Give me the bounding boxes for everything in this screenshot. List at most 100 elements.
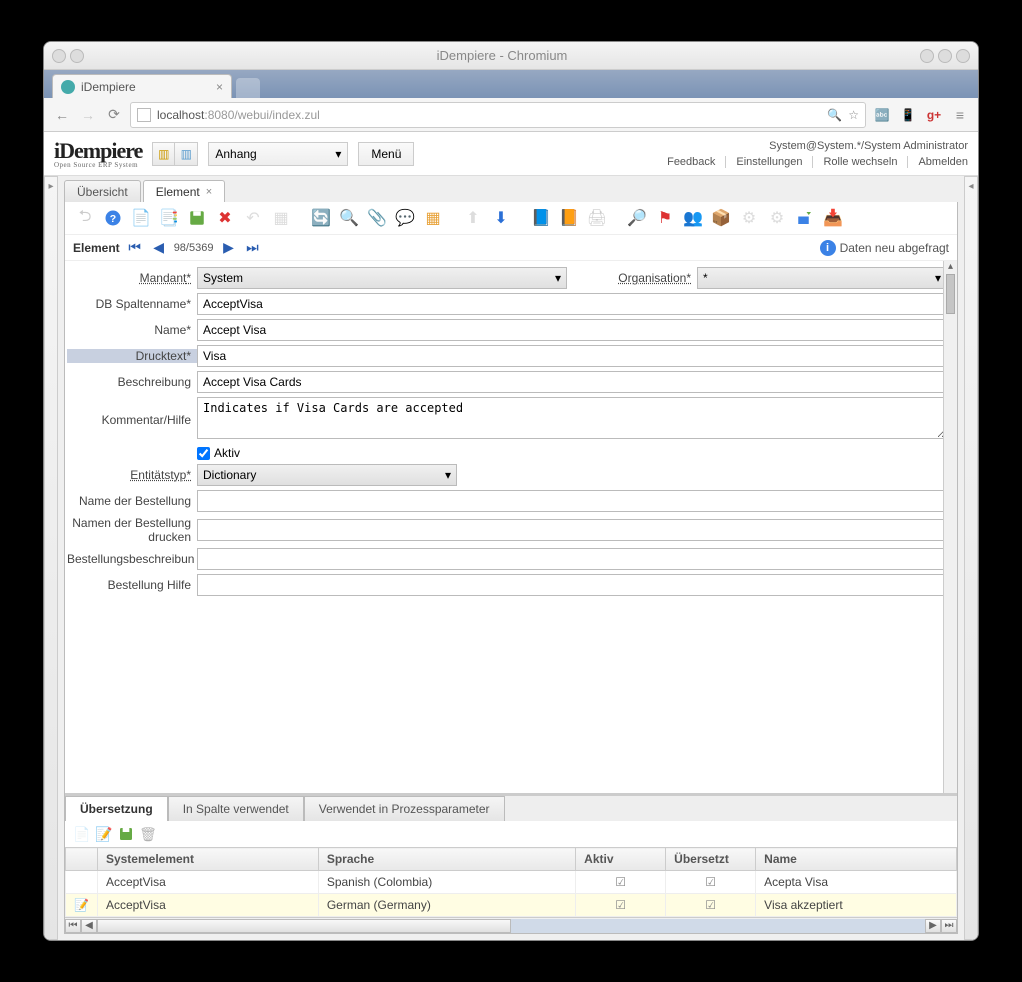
- menu-button[interactable]: Menü: [358, 142, 414, 166]
- parent-icon[interactable]: ⬆: [461, 206, 485, 230]
- multi-icon[interactable]: ▦: [421, 206, 445, 230]
- forward-button[interactable]: →: [78, 105, 98, 125]
- browser-tab[interactable]: iDempiere ×: [52, 74, 232, 98]
- request-icon[interactable]: 👥: [681, 206, 705, 230]
- copy-icon[interactable]: 📑: [157, 206, 181, 230]
- detail-delete-icon[interactable]: 🗑: [139, 825, 157, 843]
- tab-overview[interactable]: Übersicht: [64, 180, 141, 202]
- left-sidebar-toggle[interactable]: ▸: [44, 176, 58, 940]
- table-row[interactable]: AcceptVisaSpanish (Colombia)☑☑Acepta Vis…: [66, 871, 957, 894]
- new-icon[interactable]: 📄: [129, 206, 153, 230]
- bookmark-icon[interactable]: ☆: [848, 108, 859, 122]
- entity-field[interactable]: Dictionary ▾: [197, 464, 457, 486]
- header-view-toggle[interactable]: ▥ ▥: [152, 142, 198, 166]
- zoom-icon[interactable]: 🔍: [827, 108, 842, 122]
- window-menu-icon[interactable]: [52, 49, 66, 63]
- detail-hscroll[interactable]: ⏮ ◀ ▶ ⏭: [65, 917, 957, 933]
- link-switchrole[interactable]: Rolle wechseln: [813, 156, 908, 168]
- app-window: iDempiere - Chromium iDempiere × ← → ⟳ l…: [43, 41, 979, 941]
- scroll-last-icon[interactable]: ⏭: [941, 919, 957, 933]
- last-record-icon[interactable]: ⏭: [243, 239, 261, 256]
- mandant-field[interactable]: System ▾: [197, 267, 567, 289]
- help-input[interactable]: Indicates if Visa Cards are accepted: [197, 397, 947, 439]
- table-row[interactable]: 📝AcceptVisaGerman (Germany)☑☑Visa akzept…: [66, 894, 957, 917]
- translate-ext-icon[interactable]: 🔤: [872, 105, 892, 125]
- col-uebersetzt[interactable]: Übersetzt: [666, 848, 756, 871]
- window-maximize-icon[interactable]: [938, 49, 952, 63]
- name-input[interactable]: [197, 319, 947, 341]
- address-bar[interactable]: localhost:8080/webui/index.zul 🔍 ☆: [130, 102, 866, 128]
- poprint-input[interactable]: [197, 519, 947, 541]
- detail-tab-translation[interactable]: Übersetzung: [65, 796, 168, 821]
- form-scrollbar[interactable]: ▴: [943, 261, 957, 793]
- export-icon[interactable]: [793, 206, 817, 230]
- col-sprache[interactable]: Sprache: [318, 848, 575, 871]
- help-icon[interactable]: ?: [101, 206, 125, 230]
- save-icon[interactable]: [185, 206, 209, 230]
- ext3-icon[interactable]: g+: [924, 105, 944, 125]
- attachment-icon[interactable]: 📎: [365, 206, 389, 230]
- window-pin-icon[interactable]: [70, 49, 84, 63]
- next-record-icon[interactable]: ▶: [219, 239, 237, 256]
- attachment-dropdown[interactable]: Anhang ▾: [208, 142, 348, 166]
- browser-tab-close-icon[interactable]: ×: [216, 80, 223, 94]
- prev-record-icon[interactable]: ◀: [150, 239, 168, 256]
- col-name[interactable]: Name: [756, 848, 957, 871]
- active-checkbox[interactable]: [197, 447, 210, 460]
- archive-icon[interactable]: 📙: [557, 206, 581, 230]
- desc-input[interactable]: [197, 371, 947, 393]
- undo-icon[interactable]: ↶: [241, 206, 265, 230]
- tab-element[interactable]: Element ×: [143, 180, 225, 202]
- first-record-icon[interactable]: ⏮: [126, 239, 144, 256]
- scroll-left-icon[interactable]: ◀: [81, 919, 97, 933]
- scroll-first-icon[interactable]: ⏮: [65, 919, 81, 933]
- reload-button[interactable]: ⟳: [104, 105, 124, 125]
- zoom-across-icon[interactable]: 🔎: [625, 206, 649, 230]
- product-icon[interactable]: 📦: [709, 206, 733, 230]
- status-info-icon: i: [820, 240, 836, 256]
- back-button[interactable]: ←: [52, 105, 72, 125]
- process2-icon[interactable]: ⚙: [765, 206, 789, 230]
- find-icon[interactable]: 🔍: [337, 206, 361, 230]
- scroll-right-icon[interactable]: ▶: [925, 919, 941, 933]
- link-settings[interactable]: Einstellungen: [726, 156, 813, 168]
- org-field[interactable]: * ▾: [697, 267, 947, 289]
- browser-menu-icon[interactable]: ≡: [950, 105, 970, 125]
- detail-tab-usedinprocess[interactable]: Verwendet in Prozessparameter: [304, 796, 505, 821]
- poname-input[interactable]: [197, 490, 947, 512]
- window-title: iDempiere - Chromium: [84, 48, 920, 63]
- detail-edit-icon[interactable]: 📝: [95, 825, 113, 843]
- window-close-icon[interactable]: [956, 49, 970, 63]
- refresh-icon[interactable]: 🔄: [309, 206, 333, 230]
- col-aktiv[interactable]: Aktiv: [576, 848, 666, 871]
- tab-close-icon[interactable]: ×: [206, 186, 212, 198]
- dbcol-input[interactable]: [197, 293, 947, 315]
- delete-icon[interactable]: ✖: [213, 206, 237, 230]
- grid-toggle-icon[interactable]: ▦: [269, 206, 293, 230]
- print-icon[interactable]: 🖨: [585, 206, 609, 230]
- pohelp-input[interactable]: [197, 574, 947, 596]
- right-sidebar-toggle[interactable]: ◂: [964, 176, 978, 940]
- home-icon[interactable]: ⮌: [73, 206, 97, 230]
- report-icon[interactable]: 📘: [529, 206, 553, 230]
- import-icon[interactable]: 📥: [821, 206, 845, 230]
- process-icon[interactable]: ⚙: [737, 206, 761, 230]
- col-systemelement[interactable]: Systemelement: [97, 848, 318, 871]
- print-input[interactable]: [197, 345, 947, 367]
- detail-new-icon[interactable]: 📄: [73, 825, 91, 843]
- open-record-icon[interactable]: ▥: [175, 143, 197, 165]
- detail-icon[interactable]: ⬇: [489, 206, 513, 230]
- new-tab-button[interactable]: [236, 78, 260, 98]
- chat-icon[interactable]: 💬: [393, 206, 417, 230]
- link-logout[interactable]: Abmelden: [908, 156, 968, 168]
- detail-save-icon[interactable]: [117, 825, 135, 843]
- window-tabs: Übersicht Element ×: [58, 176, 964, 202]
- link-feedback[interactable]: Feedback: [657, 156, 726, 168]
- new-record-icon[interactable]: ▥: [153, 143, 175, 165]
- window-minimize-icon[interactable]: [920, 49, 934, 63]
- podesc-input[interactable]: [197, 548, 947, 570]
- detail-tab-usedincolumn[interactable]: In Spalte verwendet: [168, 796, 304, 821]
- name-label: Name: [67, 323, 197, 337]
- ext2-icon[interactable]: 📱: [898, 105, 918, 125]
- workflow-icon[interactable]: ⚑: [653, 206, 677, 230]
